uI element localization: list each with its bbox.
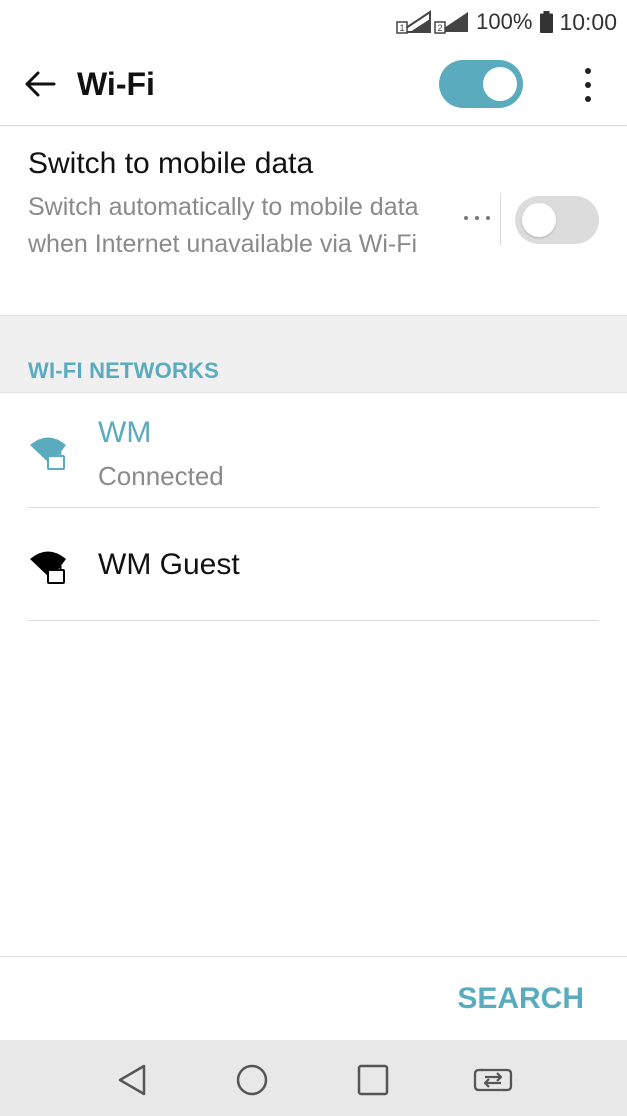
list-divider xyxy=(28,620,599,621)
status-bar: 1 2 100% 10:00 xyxy=(0,0,627,44)
svg-text:1: 1 xyxy=(400,23,405,33)
triangle-back-icon xyxy=(118,1064,146,1096)
sim1-signal-icon: 1 xyxy=(396,10,432,34)
mobile-data-setting[interactable]: Switch to mobile data Switch automatical… xyxy=(0,127,627,315)
clock: 10:00 xyxy=(559,8,617,35)
navigation-bar xyxy=(0,1040,627,1116)
arrow-left-icon xyxy=(25,71,56,97)
wifi-networks-header: WI-FI NETWORKS xyxy=(28,358,219,383)
page-title: Wi-Fi xyxy=(77,66,155,102)
nav-sim-switch-button[interactable] xyxy=(473,1060,513,1100)
section-header-band: WI-FI NETWORKS xyxy=(0,315,627,393)
status-icons: 1 2 100% 10:00 xyxy=(396,6,617,38)
toggle-knob xyxy=(483,67,517,101)
mobile-data-more-button[interactable] xyxy=(464,205,490,231)
wifi-master-toggle[interactable] xyxy=(439,60,523,108)
square-recents-icon xyxy=(357,1064,389,1096)
nav-recents-button[interactable] xyxy=(353,1060,393,1100)
sim-switch-icon xyxy=(473,1068,513,1092)
more-options-button[interactable] xyxy=(568,62,608,108)
wifi-secured-icon xyxy=(30,437,66,470)
mobile-data-description: Switch automatically to mobile data when… xyxy=(28,193,419,258)
nav-back-button[interactable] xyxy=(112,1060,152,1100)
more-vert-icon xyxy=(585,68,591,74)
back-button[interactable] xyxy=(20,64,60,104)
divider xyxy=(0,956,627,957)
nav-home-button[interactable] xyxy=(232,1060,272,1100)
app-bar: Wi-Fi xyxy=(0,44,627,126)
network-status: Connected xyxy=(98,461,224,491)
network-item-wm[interactable]: WM Connected xyxy=(0,394,627,507)
divider xyxy=(500,193,501,245)
svg-text:2: 2 xyxy=(438,23,443,33)
circle-home-icon xyxy=(236,1064,268,1096)
wifi-secured-icon xyxy=(30,551,66,584)
mobile-data-toggle[interactable] xyxy=(515,196,599,244)
network-name: WM xyxy=(98,416,152,449)
mobile-data-title: Switch to mobile data xyxy=(28,147,314,180)
search-button[interactable]: SEARCH xyxy=(457,982,584,1016)
battery-icon xyxy=(540,11,554,33)
battery-percentage: 100% xyxy=(476,9,533,34)
toggle-knob xyxy=(522,203,556,237)
network-item-wm-guest[interactable]: WM Guest xyxy=(0,508,627,620)
network-name: WM Guest xyxy=(98,548,240,581)
sim2-signal-icon: 2 xyxy=(434,10,470,34)
more-horiz-icon xyxy=(464,216,468,220)
